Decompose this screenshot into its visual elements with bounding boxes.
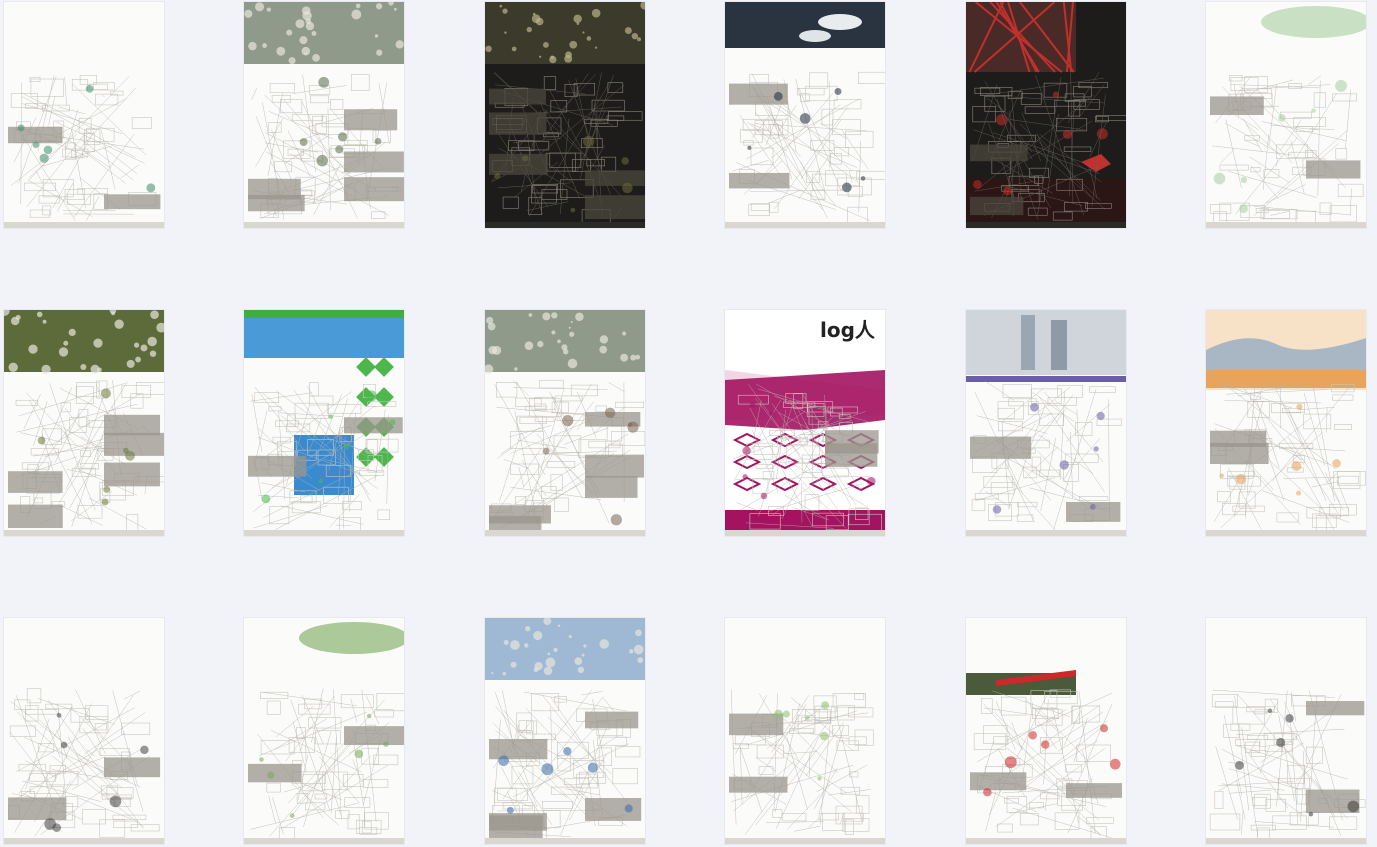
poster-floating-pavilions[interactable] (725, 2, 885, 228)
poster-thumbnail-image (244, 618, 404, 844)
poster-highrise-purple[interactable] (966, 310, 1126, 536)
poster-thumbnail-image (966, 310, 1126, 536)
poster-thumbnail-image (1206, 2, 1366, 228)
poster-blue-elevation[interactable] (485, 618, 645, 844)
poster-thumbnail-image (485, 310, 645, 536)
poster-thumbnail-image (1206, 618, 1366, 844)
poster-hillside-campus[interactable] (244, 2, 404, 228)
poster-thumbnail-image (4, 310, 164, 536)
poster-thumbnail-image (966, 2, 1126, 228)
poster-aerial-site[interactable] (4, 310, 164, 536)
poster-thumbnail-image (244, 310, 404, 536)
poster-orange-landscape[interactable] (1206, 310, 1366, 536)
poster-green-towers[interactable] (244, 310, 404, 536)
poster-town-renewal[interactable] (485, 310, 645, 536)
poster-sketch-green[interactable] (725, 618, 885, 844)
poster-exploded-axon[interactable] (1206, 618, 1366, 844)
poster-thumbnail-image (725, 2, 885, 228)
poster-grid-isometric[interactable] (4, 618, 164, 844)
poster-night-village[interactable] (485, 2, 645, 228)
poster-green-park[interactable] (1206, 2, 1366, 228)
poster-thumbnail-image (1206, 310, 1366, 536)
poster-thumbnail-image (485, 618, 645, 844)
poster-thumbnail-image (725, 618, 885, 844)
poster-thumbnail-image (725, 310, 885, 536)
poster-thumbnail-image (4, 618, 164, 844)
poster-thumbnail-image (485, 2, 645, 228)
poster-thumbnail-image (244, 2, 404, 228)
poster-thumbnail-image (966, 618, 1126, 844)
poster-log-magenta[interactable]: log人 (725, 310, 885, 536)
poster-white-hill[interactable] (244, 618, 404, 844)
poster-red-structure[interactable] (966, 2, 1126, 228)
poster-river-masterplan[interactable] (4, 2, 164, 228)
poster-title: log人 (820, 318, 875, 342)
poster-red-roof[interactable] (966, 618, 1126, 844)
poster-thumbnail-image (4, 2, 164, 228)
